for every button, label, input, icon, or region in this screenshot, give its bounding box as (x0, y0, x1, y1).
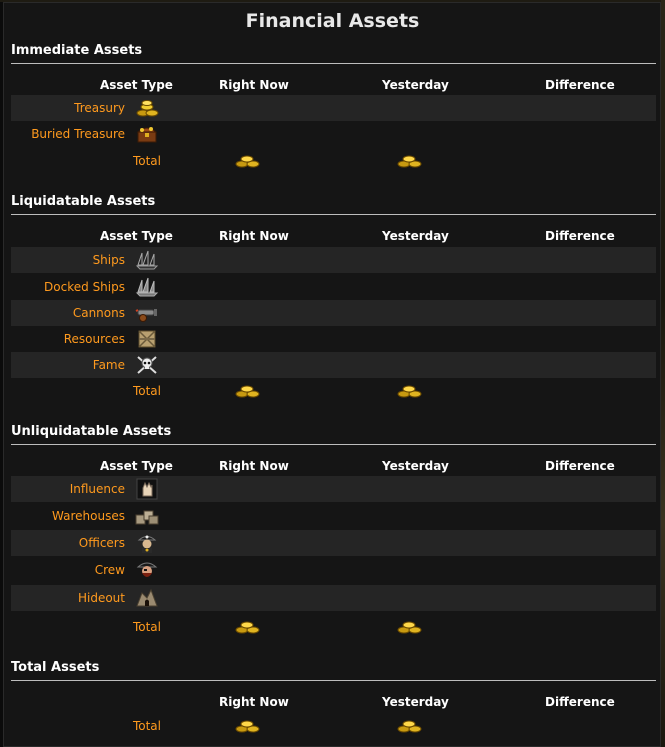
page-title: Financial Assets (245, 10, 420, 32)
col-header-yesterday: Yesterday (382, 229, 449, 243)
asset-link-treasury[interactable]: Treasury (74, 101, 125, 115)
asset-row-crew: Crew (11, 557, 656, 583)
asset-row-ships: Ships (11, 247, 656, 273)
total-link-unliquidatable[interactable]: Total (133, 620, 161, 634)
gold-coins-icon (235, 621, 260, 634)
gold-coins-icon (136, 100, 159, 117)
col-header-difference: Difference (545, 695, 615, 709)
treasure-chest-icon (136, 127, 158, 143)
section-divider (11, 214, 656, 215)
asset-link-resources[interactable]: Resources (64, 332, 125, 346)
asset-row-buried-treasure: Buried Treasure (11, 121, 656, 147)
col-header-right-now: Right Now (219, 695, 289, 709)
section-title-total-assets: Total Assets (11, 660, 100, 675)
col-header-right-now: Right Now (219, 459, 289, 473)
total-row-immediate: Total (11, 148, 656, 174)
asset-row-treasury: Treasury (11, 95, 656, 121)
total-link-immediate[interactable]: Total (133, 154, 161, 168)
asset-row-cannons: Cannons (11, 300, 656, 326)
col-header-difference: Difference (545, 78, 615, 92)
gold-coins-icon (397, 385, 422, 398)
asset-row-fame: Fame (11, 352, 656, 378)
cannon-icon (135, 309, 157, 322)
ships-icon (135, 250, 159, 270)
asset-link-buried-treasure[interactable]: Buried Treasure (31, 127, 125, 141)
col-header-yesterday: Yesterday (382, 695, 449, 709)
asset-row-docked-ships: Docked Ships (11, 274, 656, 300)
background-edge (661, 0, 665, 747)
asset-link-fame[interactable]: Fame (93, 358, 125, 372)
pirate-crew-icon (136, 562, 158, 577)
asset-link-influence[interactable]: Influence (70, 482, 125, 496)
col-header-yesterday: Yesterday (382, 78, 449, 92)
section-title-unliquidatable: Unliquidatable Assets (11, 424, 172, 439)
section-divider (11, 444, 656, 445)
gold-coins-icon (235, 155, 260, 168)
fist-icon (136, 478, 158, 500)
total-link-liquidatable[interactable]: Total (133, 384, 161, 398)
asset-row-hideout: Hideout (11, 585, 656, 611)
section-title-immediate: Immediate Assets (11, 43, 143, 58)
total-row-unliquidatable: Total (11, 614, 656, 640)
col-header-right-now: Right Now (219, 78, 289, 92)
col-header-right-now: Right Now (219, 229, 289, 243)
gold-coins-icon (235, 720, 260, 733)
total-row-all-assets: Total (11, 713, 656, 739)
gold-coins-icon (397, 155, 422, 168)
col-header-asset-type: Asset Type (100, 459, 173, 473)
asset-link-cannons[interactable]: Cannons (73, 306, 125, 320)
skull-crossbones-icon (137, 356, 157, 374)
col-header-asset-type: Asset Type (100, 229, 173, 243)
gold-coins-icon (397, 621, 422, 634)
asset-link-docked-ships[interactable]: Docked Ships (44, 280, 125, 294)
asset-link-crew[interactable]: Crew (95, 563, 125, 577)
asset-row-officers: Officers (11, 530, 656, 556)
asset-link-ships[interactable]: Ships (93, 253, 125, 267)
col-header-yesterday: Yesterday (382, 459, 449, 473)
asset-link-hideout[interactable]: Hideout (78, 591, 125, 605)
asset-row-resources: Resources (11, 326, 656, 352)
col-header-difference: Difference (545, 229, 615, 243)
gold-coins-icon (397, 720, 422, 733)
asset-row-influence: Influence (11, 476, 656, 502)
warehouse-icon (135, 510, 159, 525)
col-header-difference: Difference (545, 459, 615, 473)
section-divider (11, 63, 656, 64)
hideout-icon (136, 588, 158, 607)
section-divider (11, 680, 656, 681)
officer-icon (137, 535, 157, 553)
docked-ships-icon (135, 277, 159, 297)
asset-row-warehouses: Warehouses (11, 503, 656, 529)
total-link-all-assets[interactable]: Total (133, 719, 161, 733)
section-title-liquidatable: Liquidatable Assets (11, 194, 156, 209)
col-header-asset-type: Asset Type (100, 78, 173, 92)
crate-icon (138, 330, 156, 348)
asset-link-warehouses[interactable]: Warehouses (52, 509, 125, 523)
total-row-liquidatable: Total (11, 378, 656, 404)
asset-link-officers[interactable]: Officers (79, 536, 125, 550)
gold-coins-icon (235, 385, 260, 398)
